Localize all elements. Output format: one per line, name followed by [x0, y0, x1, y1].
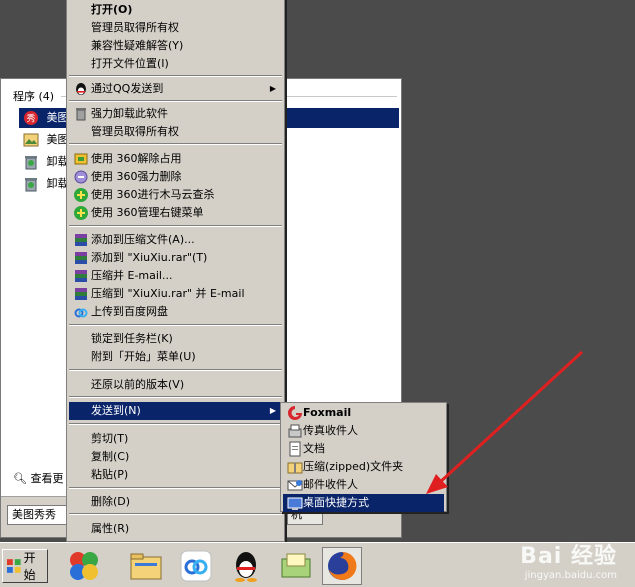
menu-item-delete[interactable]: 删除(D): [69, 493, 282, 511]
menu-item-compat-troubleshoot[interactable]: 兼容性疑难解答(Y): [69, 37, 282, 55]
baidu-watermark: Bai 经验 jingyan.baidu.com: [520, 544, 617, 581]
menu-item-force-uninstall[interactable]: 强力卸载此软件: [69, 105, 282, 123]
submenu-arrow-icon: ▶: [269, 84, 276, 93]
menu-separator: [69, 396, 282, 398]
menu-item-copy[interactable]: 复制(C): [69, 448, 282, 466]
fax-icon: [288, 424, 302, 438]
menu-separator: [69, 324, 282, 326]
menu-item-upload-baidu-pan[interactable]: 上传到百度网盘: [69, 303, 282, 321]
menu-item-open[interactable]: 打开(O): [69, 1, 282, 19]
menu-separator: [69, 143, 282, 145]
menu-item-send-via-qq[interactable]: 通过QQ发送到 ▶: [69, 80, 282, 98]
taskbar-app-colorballs[interactable]: [64, 547, 104, 585]
search-icon: 🔍︎: [13, 472, 27, 485]
send-to-desktop-shortcut[interactable]: 桌面快捷方式: [283, 494, 444, 512]
menu-item-pin-taskbar[interactable]: 锁定到任务栏(K): [69, 330, 282, 348]
menu-item-restore-versions[interactable]: 还原以前的版本(V): [69, 376, 282, 394]
menu-item-360-trojan-scan[interactable]: 使用 360进行木马云查杀: [69, 186, 282, 204]
uninstall-icon: [25, 178, 37, 192]
see-more-link[interactable]: 🔍︎ 查看更: [13, 470, 63, 486]
menu-separator: [69, 75, 282, 77]
menu-separator: [69, 225, 282, 227]
programs-header: 程序 (4): [13, 90, 55, 103]
360-plus-icon: [74, 188, 88, 202]
taskbar-app-baidupan[interactable]: [176, 547, 216, 585]
menu-item-add-xiuxiu-rar[interactable]: 添加到 "XiuXiu.rar"(T): [69, 249, 282, 267]
menu-separator: [69, 487, 282, 489]
menu-item-compress-xiuxiu-email[interactable]: 压缩到 "XiuXiu.rar" 并 E-mail: [69, 285, 282, 303]
baidu-pan-icon: [180, 550, 212, 582]
desktop-icon: [287, 497, 303, 510]
menu-item-take-ownership-2[interactable]: 管理员取得所有权: [69, 123, 282, 141]
document-icon: [289, 441, 301, 457]
meitu-red-icon: 秀: [24, 111, 38, 125]
send-to-documents[interactable]: 文档: [283, 440, 444, 458]
menu-item-take-ownership[interactable]: 管理员取得所有权: [69, 19, 282, 37]
context-menu: 打开(O) 管理员取得所有权 兼容性疑难解答(Y) 打开文件位置(I) 通过QQ…: [66, 0, 285, 542]
qq-icon: [76, 83, 86, 95]
taskbar-app-folder[interactable]: [276, 547, 316, 585]
menu-item-add-archive[interactable]: 添加到压缩文件(A)...: [69, 231, 282, 249]
menu-item-open-location[interactable]: 打开文件位置(I): [69, 55, 282, 73]
taskbar-app-explorer[interactable]: [126, 547, 166, 585]
menu-item-360-unlock[interactable]: 使用 360解除占用: [69, 150, 282, 168]
menu-item-paste[interactable]: 粘贴(P): [69, 466, 282, 484]
program-item-uninstall[interactable]: 卸载: [23, 152, 69, 172]
program-item-uninstall-2[interactable]: 卸载: [23, 174, 69, 194]
submenu-arrow-icon: ▶: [269, 406, 276, 415]
trash-icon: [76, 108, 86, 121]
360-unlock-icon: [74, 153, 88, 165]
windows-logo-icon: [6, 559, 21, 573]
baidu-pan-icon: [74, 308, 88, 318]
folder-green-icon: [281, 553, 311, 578]
winrar-icon: [75, 234, 87, 246]
file-explorer-icon: [130, 553, 162, 580]
uninstall-icon: [25, 156, 37, 170]
send-to-submenu: Foxmail 传真收件人 文档 压缩(zipped)文件夹 邮件收件人 桌面快…: [280, 402, 447, 512]
winrar-icon: [75, 270, 87, 282]
color-balls-icon: [70, 552, 98, 580]
send-to-fax[interactable]: 传真收件人: [283, 422, 444, 440]
menu-item-compress-email[interactable]: 压缩并 E-mail...: [69, 267, 282, 285]
menu-separator: [69, 423, 282, 425]
firefox-icon: [328, 551, 357, 580]
winrar-icon: [75, 252, 87, 264]
program-item-meitu-2[interactable]: 美图: [23, 130, 69, 150]
360-delete-icon: [74, 170, 88, 184]
taskbar-app-firefox[interactable]: [322, 547, 362, 585]
start-label: 开始: [23, 551, 36, 582]
mail-icon: [287, 480, 303, 491]
menu-item-360-delete[interactable]: 使用 360强力删除: [69, 168, 282, 186]
360-plus-icon: [74, 206, 88, 220]
start-button[interactable]: 开始: [2, 549, 48, 583]
send-to-zip-folder[interactable]: 压缩(zipped)文件夹: [283, 458, 444, 476]
winrar-icon: [75, 288, 87, 300]
menu-item-360-manage-menu[interactable]: 使用 360管理右键菜单: [69, 204, 282, 222]
program-item-meitu[interactable]: 秀 美图: [23, 108, 69, 128]
menu-separator: [69, 369, 282, 371]
menu-item-send-to[interactable]: 发送到(N) ▶: [69, 402, 282, 420]
menu-item-properties[interactable]: 属性(R): [69, 520, 282, 538]
taskbar: 开始 Bai 经验 jingyan.baidu.com: [0, 542, 635, 587]
menu-item-pin-start[interactable]: 附到「开始」菜单(U): [69, 348, 282, 366]
foxmail-icon: [288, 406, 302, 420]
send-to-foxmail[interactable]: Foxmail: [283, 404, 444, 422]
menu-separator: [69, 100, 282, 102]
menu-separator: [69, 513, 282, 515]
zip-folder-icon: [287, 462, 303, 474]
send-to-mail-recipient[interactable]: 邮件收件人: [283, 476, 444, 494]
meitu-image-icon: [23, 133, 39, 147]
menu-item-cut[interactable]: 剪切(T): [69, 430, 282, 448]
taskbar-app-qq[interactable]: [226, 547, 266, 585]
svg-text:秀: 秀: [26, 113, 35, 125]
qq-penguin-icon: [235, 552, 257, 582]
